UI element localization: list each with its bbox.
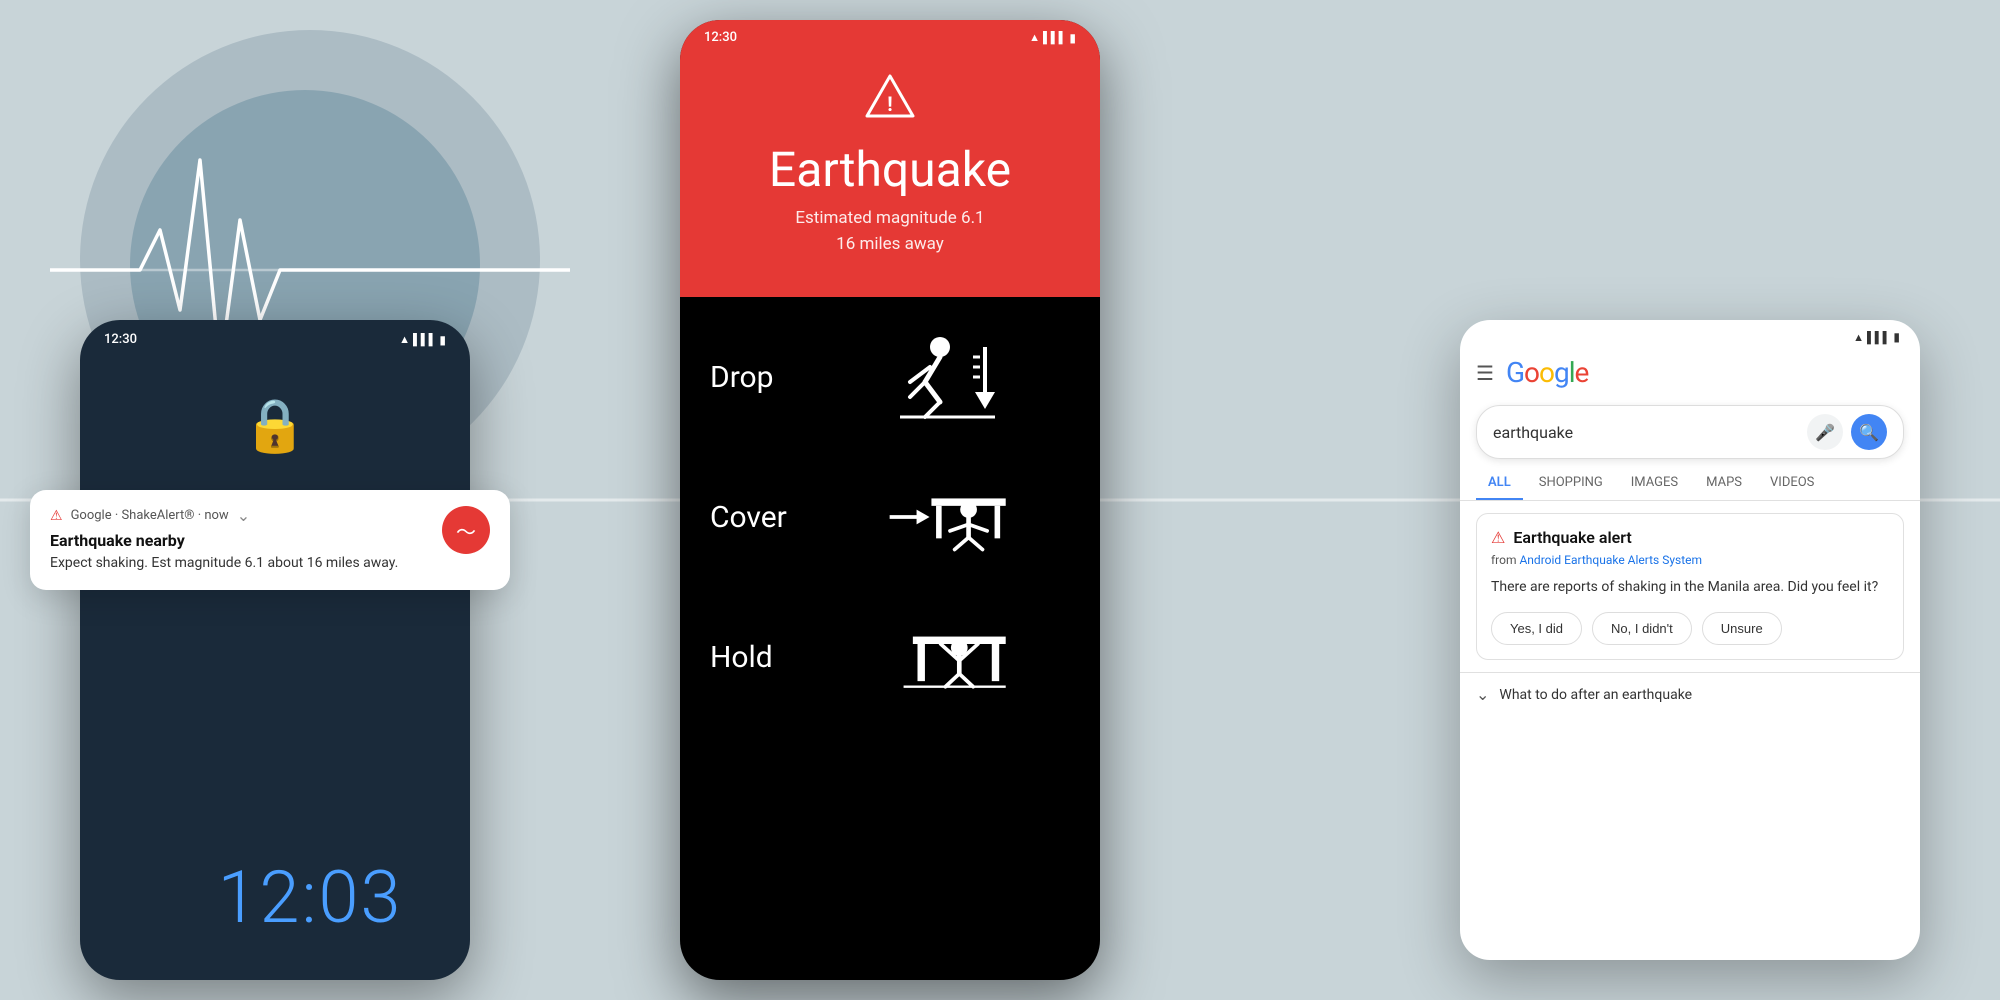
earthquake-alert-card: ⚠ Earthquake alert from Android Earthqua… <box>1476 513 1904 660</box>
notification-header: ⚠ Google · ShakeAlert® · now ⌄ <box>50 506 430 525</box>
search-bar[interactable]: earthquake 🎤 🔍 <box>1476 405 1904 459</box>
eq-alert-title: Earthquake alert <box>1513 528 1631 547</box>
search-icon: 🔍 <box>1859 423 1879 442</box>
hold-label: Hold <box>710 640 810 675</box>
eq-warning-icon: ⚠ <box>1491 528 1505 547</box>
notification-source: Google · ShakeAlert® · now <box>71 508 229 523</box>
hold-figure-icon <box>885 607 1015 707</box>
warning-triangle-icon: ⚠ <box>50 508 63 524</box>
alert-instructions-section: Drop <box>680 297 1100 777</box>
tab-images[interactable]: IMAGES <box>1619 467 1690 500</box>
lock-icon: 🔒 <box>243 395 308 456</box>
alert-title: Earthquake <box>769 141 1011 198</box>
status-icons: ▲ ▌▌▌ ▮ <box>399 333 446 347</box>
cover-label: Cover <box>710 500 810 535</box>
notification-title: Earthquake nearby <box>50 531 430 550</box>
alert-subtitle: Estimated magnitude 6.1 16 miles away <box>795 206 984 257</box>
drop-instruction: Drop <box>710 327 1070 427</box>
google-logo: Google <box>1506 356 1588 389</box>
hamburger-menu-icon[interactable]: ☰ <box>1476 361 1494 385</box>
eq-source-link[interactable]: Android Earthquake Alerts System <box>1519 553 1702 567</box>
more-info-row[interactable]: ⌄ What to do after an earthquake <box>1460 672 1920 716</box>
yes-i-did-button[interactable]: Yes, I did <box>1491 612 1582 645</box>
search-tabs: ALL SHOPPING IMAGES MAPS VIDEOS <box>1460 467 1920 501</box>
unsure-button[interactable]: Unsure <box>1702 612 1782 645</box>
google-header: ☰ Google <box>1460 348 1920 397</box>
tab-videos[interactable]: VIDEOS <box>1758 467 1826 500</box>
search-button[interactable]: 🔍 <box>1851 414 1887 450</box>
tab-maps[interactable]: MAPS <box>1694 467 1754 500</box>
left-section: 12:30 ▲ ▌▌▌ ▮ 🔒 ⚠ Google · ShakeAlert® ·… <box>0 0 620 1000</box>
tab-all[interactable]: ALL <box>1476 467 1523 500</box>
notification-action-button[interactable]: 〜 <box>442 506 490 554</box>
notification-chevron-icon[interactable]: ⌄ <box>237 506 250 525</box>
status-time: 12:30 <box>104 332 137 347</box>
microphone-icon: 🎤 <box>1815 423 1835 442</box>
eq-alert-header: ⚠ Earthquake alert <box>1491 528 1889 547</box>
drop-figure-icon <box>885 327 1015 427</box>
clock-display: 12:03 <box>0 855 620 940</box>
google-search-phone: ▲ ▌▌▌ ▮ ☰ Google earthquake 🎤 🔍 ALL SHOP… <box>1460 320 1920 960</box>
alert-status-time: 12:30 <box>704 30 737 45</box>
no-i-didnt-button[interactable]: No, I didn't <box>1592 612 1692 645</box>
eq-response-buttons: Yes, I did No, I didn't Unsure <box>1491 612 1889 645</box>
hold-icon-area <box>830 607 1070 707</box>
alert-red-section: ! Earthquake Estimated magnitude 6.1 16 … <box>680 51 1100 297</box>
alert-phone-status-bar: 12:30 ▲ ▌▌▌ ▮ <box>680 20 1100 51</box>
eq-alert-body: There are reports of shaking in the Mani… <box>1491 577 1889 598</box>
alert-status-icons: ▲ ▌▌▌ ▮ <box>1029 31 1076 45</box>
cover-instruction: Cover <box>710 467 1070 567</box>
google-phone-status-bar: ▲ ▌▌▌ ▮ <box>1460 320 1920 348</box>
microphone-button[interactable]: 🎤 <box>1807 414 1843 450</box>
alert-distance: 16 miles away <box>836 234 944 254</box>
phone-status-bar: 12:30 ▲ ▌▌▌ ▮ <box>80 320 470 355</box>
notification-content: ⚠ Google · ShakeAlert® · now ⌄ Earthquak… <box>50 506 430 574</box>
cover-icon-area <box>830 467 1070 567</box>
hold-instruction: Hold <box>710 607 1070 707</box>
svg-text:!: ! <box>887 92 892 116</box>
eq-alert-source: from Android Earthquake Alerts System <box>1491 553 1889 567</box>
more-info-text: What to do after an earthquake <box>1499 687 1692 703</box>
alert-phone: 12:30 ▲ ▌▌▌ ▮ ! Earthquake Estimated mag… <box>680 20 1100 980</box>
more-info-chevron-icon: ⌄ <box>1476 685 1489 704</box>
google-status-icons: ▲ ▌▌▌ ▮ <box>1853 330 1900 344</box>
drop-icon-area <box>830 327 1070 427</box>
drop-label: Drop <box>710 360 810 395</box>
seismic-wave-icon: 〜 <box>456 516 476 545</box>
cover-figure-icon <box>885 467 1015 567</box>
search-input[interactable]: earthquake <box>1493 423 1807 442</box>
tab-shopping[interactable]: SHOPPING <box>1527 467 1615 500</box>
alert-triangle-icon: ! <box>865 71 915 131</box>
notification-card: ⚠ Google · ShakeAlert® · now ⌄ Earthquak… <box>30 490 510 590</box>
alert-magnitude: Estimated magnitude 6.1 <box>795 208 984 228</box>
lock-icon-area: 🔒 <box>80 355 470 456</box>
notification-body: Expect shaking. Est magnitude 6.1 about … <box>50 554 430 574</box>
